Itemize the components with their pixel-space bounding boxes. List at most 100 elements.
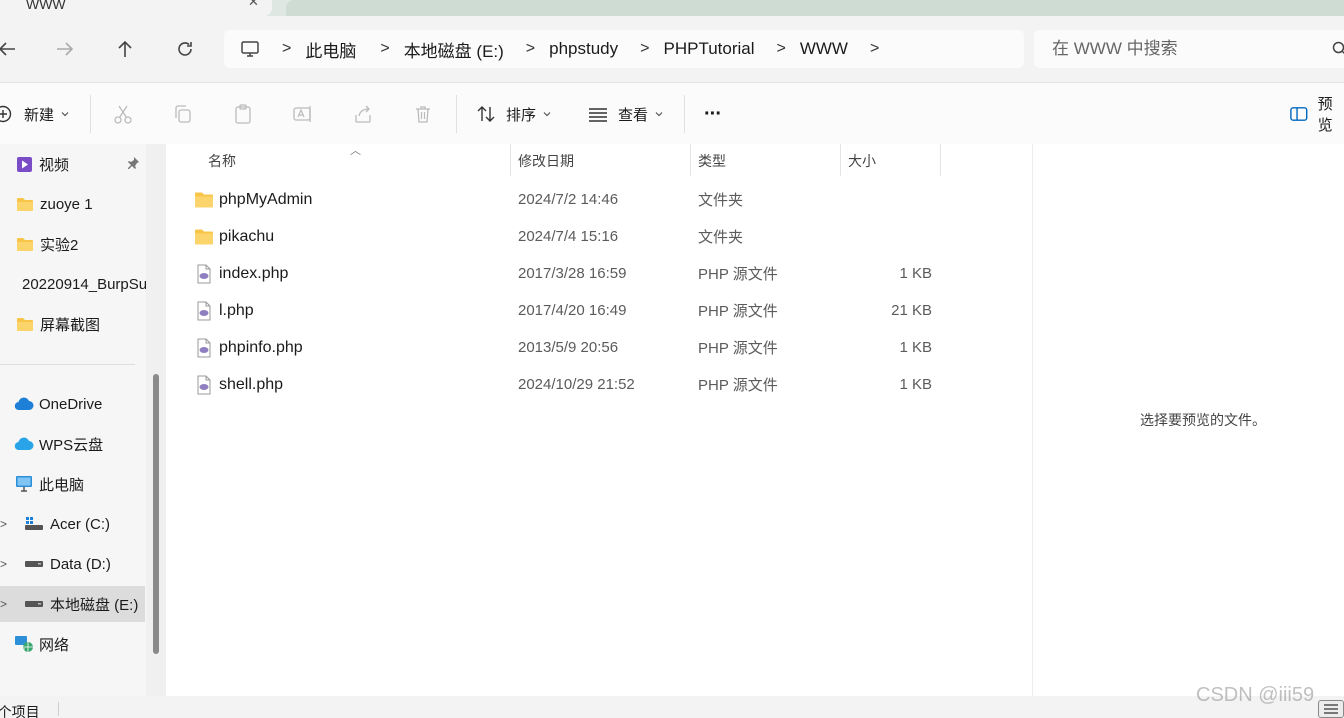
sidebar-item-zuoye1[interactable]: zuoye 1 xyxy=(0,186,146,222)
file-row-pikachu[interactable]: pikachu 2024/7/4 15:16 文件夹 xyxy=(186,218,946,255)
sidebar-item-label: 屏幕截图 xyxy=(40,316,101,334)
php-file-icon xyxy=(197,301,211,321)
breadcrumb-this-pc[interactable]: 此电脑 xyxy=(305,30,356,68)
breadcrumb-chevron-icon[interactable]: > xyxy=(755,40,800,58)
file-name: index.php xyxy=(219,264,289,282)
breadcrumb-chevron-icon[interactable]: > xyxy=(504,40,549,58)
file-row-index-php[interactable]: index.php 2017/3/28 16:59 PHP 源文件 1 KB xyxy=(186,255,946,292)
sidebar-item-onedrive[interactable]: OneDrive xyxy=(0,386,146,422)
column-header-type[interactable]: 类型 xyxy=(698,144,726,178)
file-name: l.php xyxy=(219,301,254,319)
column-divider[interactable] xyxy=(690,144,691,176)
column-header-name[interactable]: 名称 xyxy=(208,144,236,178)
arrow-right-icon xyxy=(57,42,74,56)
search-icon[interactable] xyxy=(1332,41,1344,61)
scissors-icon xyxy=(114,105,132,124)
rename-button[interactable] xyxy=(291,102,315,126)
breadcrumb-chevron-icon[interactable]: > xyxy=(260,40,305,58)
breadcrumb-chevron-icon[interactable]: > xyxy=(618,40,663,58)
chevron-right-icon[interactable]: > xyxy=(0,597,7,611)
search-box[interactable] xyxy=(1034,30,1344,68)
sidebar-item-label: 视频 xyxy=(39,156,70,174)
address-bar[interactable]: > 此电脑 > 本地磁盘 (E:) > phpstudy > PHPTutori… xyxy=(224,30,1024,68)
preview-label: 预览 xyxy=(1317,96,1333,134)
breadcrumb-phptutorial[interactable]: PHPTutorial xyxy=(663,30,754,68)
php-file-icon xyxy=(197,264,211,284)
monitor-icon[interactable] xyxy=(240,39,260,59)
refresh-icon xyxy=(178,42,192,56)
clipboard-icon xyxy=(235,104,251,124)
rename-icon xyxy=(293,106,311,122)
scrollbar-thumb[interactable] xyxy=(153,374,159,654)
column-divider[interactable] xyxy=(840,144,841,176)
details-view-icon xyxy=(1324,704,1338,714)
back-button[interactable] xyxy=(0,34,22,64)
sidebar-item-drive-c[interactable]: > Acer (C:) xyxy=(0,506,146,542)
sidebar-item-this-pc[interactable]: 此电脑 xyxy=(0,466,146,502)
folder-icon xyxy=(17,197,33,211)
column-divider[interactable] xyxy=(940,144,941,176)
preview-pane-button[interactable]: 预览 xyxy=(1290,96,1344,134)
chevron-right-icon[interactable]: > xyxy=(0,517,7,531)
computer-icon xyxy=(16,476,32,492)
file-row-l-php[interactable]: l.php 2017/4/20 16:49 PHP 源文件 21 KB xyxy=(186,292,946,329)
breadcrumb-chevron-icon[interactable]: > xyxy=(848,40,893,58)
command-bar: 新建 排序 查看 ··· 预览 xyxy=(0,82,1344,144)
sidebar-item-videos[interactable]: 视频 xyxy=(0,146,146,182)
more-options-button[interactable]: ··· xyxy=(704,99,722,129)
navigation-scrollbar[interactable] xyxy=(146,144,166,696)
chevron-right-icon[interactable]: > xyxy=(0,557,7,571)
windows-drive-icon xyxy=(25,517,43,530)
status-bar: 6 个项目 xyxy=(0,696,1344,718)
column-divider[interactable] xyxy=(510,144,511,176)
sort-button[interactable]: 排序 xyxy=(476,99,552,129)
sidebar-item-label: OneDrive xyxy=(39,395,103,413)
view-button[interactable]: 查看 xyxy=(588,99,664,129)
new-tab-button[interactable] xyxy=(286,0,1344,16)
sidebar-item-burpsuite[interactable]: 20220914_BurpSuite xyxy=(0,266,146,302)
folder-icon xyxy=(17,237,33,251)
breadcrumb-www[interactable]: WWW xyxy=(800,30,848,68)
sidebar-item-network[interactable]: 网络 xyxy=(0,626,146,662)
breadcrumb-drive-e[interactable]: 本地磁盘 (E:) xyxy=(404,30,504,68)
tab-close-icon[interactable]: ✕ xyxy=(248,0,259,10)
file-row-phpinfo-php[interactable]: phpinfo.php 2013/5/9 20:56 PHP 源文件 1 KB xyxy=(186,329,946,366)
preview-pane-icon xyxy=(1290,107,1308,121)
file-type: PHP 源文件 xyxy=(698,303,778,320)
status-divider xyxy=(58,702,59,716)
breadcrumb-chevron-icon[interactable]: > xyxy=(356,40,403,58)
pin-icon[interactable] xyxy=(126,156,140,170)
delete-button[interactable] xyxy=(411,102,435,126)
new-button[interactable]: 新建 xyxy=(0,99,70,129)
cut-button[interactable] xyxy=(111,102,135,126)
paste-button[interactable] xyxy=(231,102,255,126)
file-name: phpMyAdmin xyxy=(219,190,313,208)
search-input[interactable] xyxy=(1034,30,1294,68)
file-row-phpmyadmin[interactable]: phpMyAdmin 2024/7/2 14:46 文件夹 xyxy=(186,181,946,218)
sidebar-item-screenshots[interactable]: 屏幕截图 xyxy=(0,306,146,342)
sort-label: 排序 xyxy=(506,106,537,124)
copy-button[interactable] xyxy=(171,102,195,126)
folder-icon xyxy=(195,229,213,245)
sidebar-item-label: 网络 xyxy=(39,636,70,654)
forward-button[interactable] xyxy=(50,34,80,64)
column-header-size[interactable]: 大小 xyxy=(848,144,876,178)
file-date: 2017/4/20 16:49 xyxy=(518,302,627,319)
up-button[interactable] xyxy=(110,34,140,64)
column-header-date[interactable]: 修改日期 xyxy=(518,144,574,178)
file-row-shell-php[interactable]: shell.php 2024/10/29 21:52 PHP 源文件 1 KB xyxy=(186,366,946,403)
file-name: phpinfo.php xyxy=(219,338,303,356)
arrow-up-icon xyxy=(118,40,132,57)
file-size: 21 KB xyxy=(891,302,932,319)
breadcrumb-phpstudy[interactable]: phpstudy xyxy=(549,30,618,68)
tab-www[interactable]: WWW ✕ xyxy=(0,0,272,16)
sidebar-item-drive-d[interactable]: > Data (D:) xyxy=(0,546,146,582)
share-button[interactable] xyxy=(351,102,375,126)
sidebar-item-wps-cloud[interactable]: WPS云盘 xyxy=(0,426,146,462)
sidebar-item-experiment2[interactable]: 实验2 xyxy=(0,226,146,262)
details-view-button[interactable] xyxy=(1318,700,1344,718)
tab-strip: WWW ✕ xyxy=(0,0,1344,16)
refresh-button[interactable] xyxy=(170,34,200,64)
sidebar-item-drive-e[interactable]: > 本地磁盘 (E:) xyxy=(0,586,145,622)
toolbar-divider xyxy=(456,95,457,133)
